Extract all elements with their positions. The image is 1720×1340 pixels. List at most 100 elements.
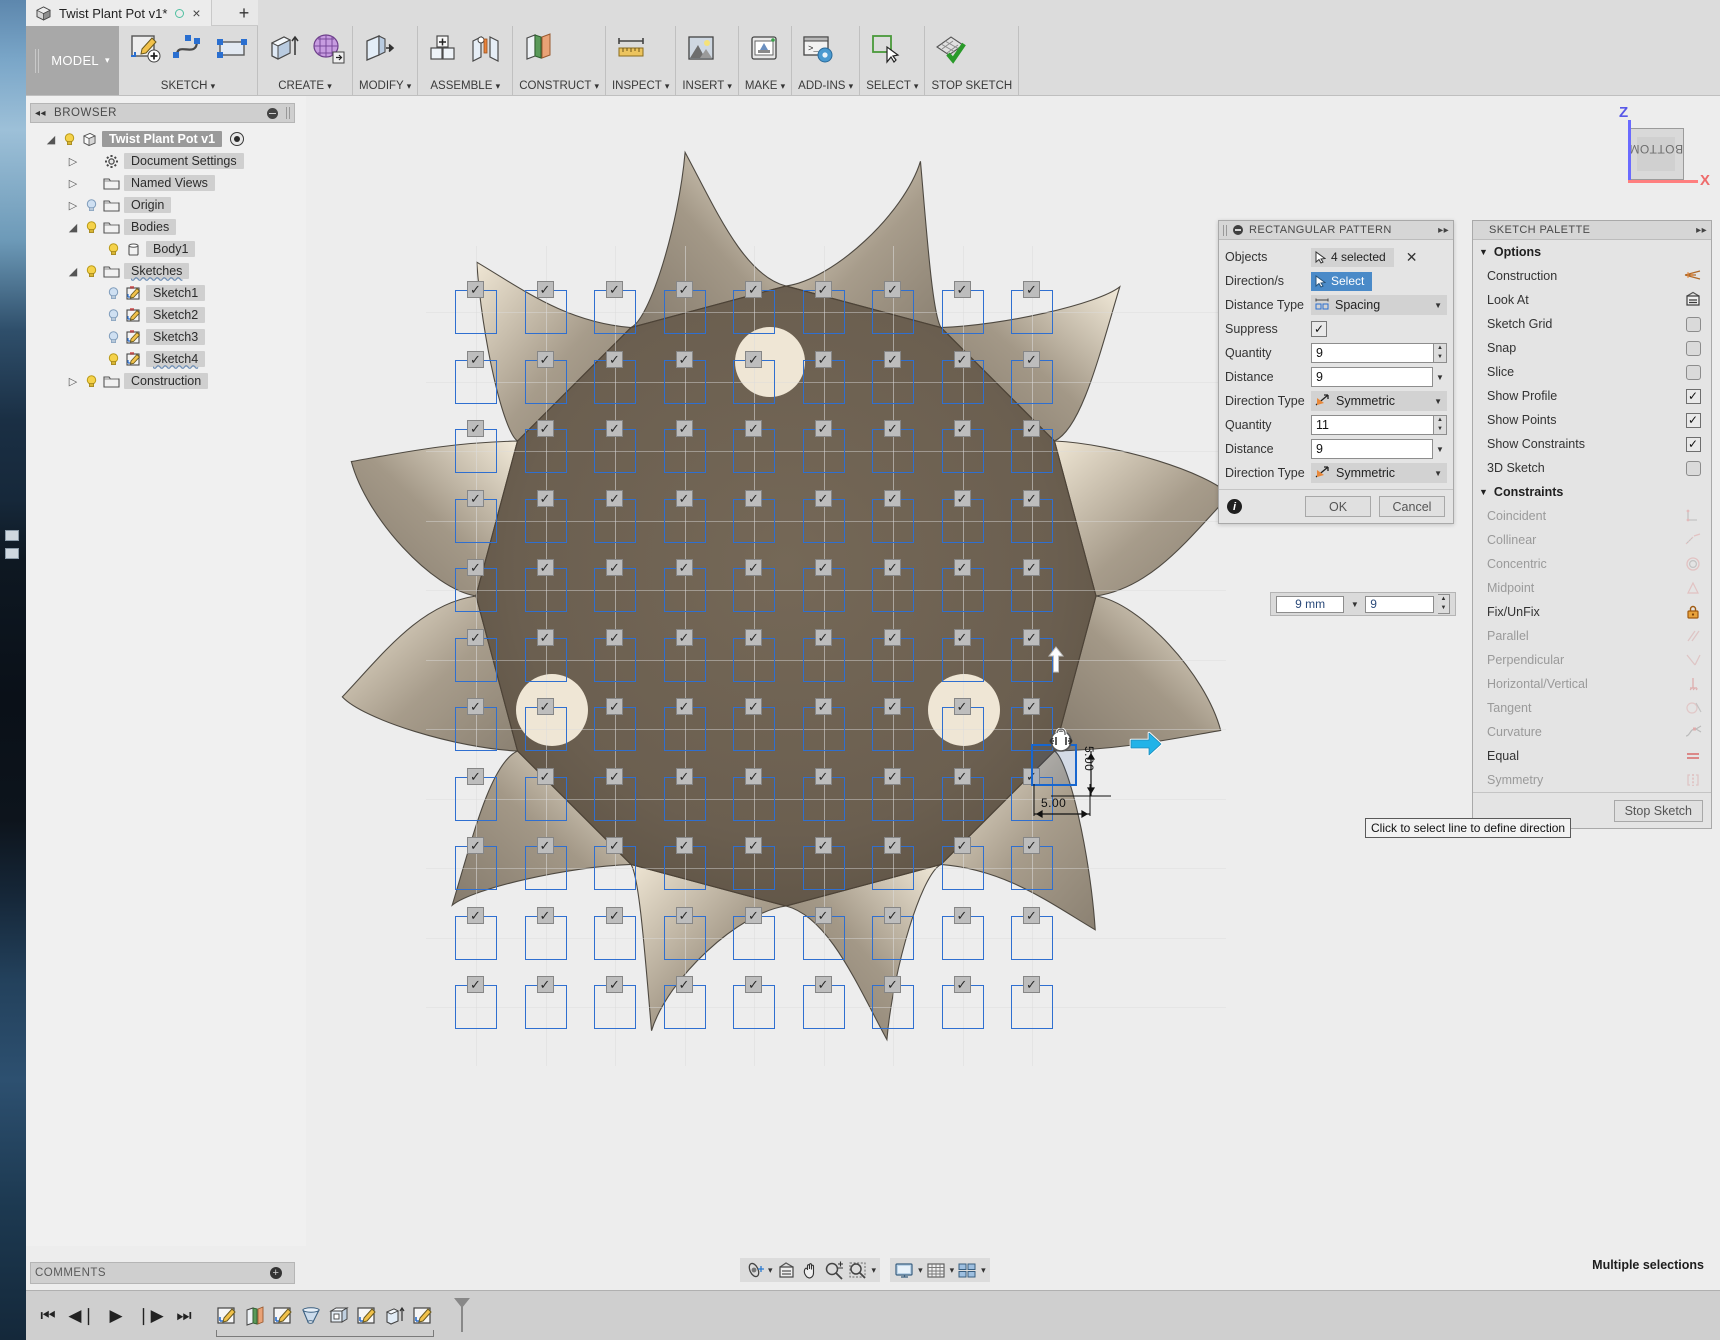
ribbon-group-label[interactable]: MAKE ▾ [745,80,785,94]
pattern-instance-suppress-checkbox[interactable]: ✓ [606,420,623,437]
visibility-bulb-icon[interactable] [84,264,99,279]
pattern-instance-suppress-checkbox[interactable]: ✓ [745,420,762,437]
pattern-instance-suppress-checkbox[interactable]: ✓ [536,976,554,993]
browser-node-named-views[interactable]: ▷ Named Views [26,172,306,194]
expand-arrow-icon[interactable]: ◢ [66,265,80,278]
press-pull-icon[interactable] [359,29,397,67]
visibility-bulb-icon[interactable] [106,330,121,345]
pattern-instance-suppress-checkbox[interactable]: ✓ [1023,559,1040,576]
quantity-2-stepper[interactable]: ▲ ▼ [1434,415,1447,435]
pattern-instance-suppress-checkbox[interactable]: ✓ [814,489,832,507]
comments-panel[interactable]: COMMENTS + [30,1262,295,1284]
ok-button[interactable]: OK [1305,496,1371,517]
pattern-instance-suppress-checkbox[interactable]: ✓ [953,350,971,368]
pattern-instance-suppress-checkbox[interactable]: ✓ [467,628,484,646]
pattern-instance-suppress-checkbox[interactable]: ✓ [1023,350,1040,368]
pattern-instance-suppress-checkbox[interactable]: ✓ [467,837,484,854]
pattern-instance-suppress-checkbox[interactable]: ✓ [467,559,484,576]
pattern-instance-suppress-checkbox[interactable]: ✓ [675,976,693,993]
pattern-instance-suppress-checkbox[interactable]: ✓ [953,906,971,924]
pattern-instance-suppress-checkbox[interactable]: ✓ [745,976,762,993]
chevron-down-icon[interactable]: ▾ [768,1265,773,1276]
spline-icon[interactable] [169,29,207,67]
objects-select-button[interactable]: 4 selected [1311,247,1394,267]
pattern-instance-suppress-checkbox[interactable]: ✓ [814,767,832,785]
chevron-down-icon[interactable]: ▾ [981,1265,986,1276]
zoom-icon[interactable] [824,1261,845,1280]
palette-option-slice[interactable]: Slice [1473,360,1711,384]
workspace-selector[interactable]: MODEL ▾ [26,26,119,95]
palette-option-look-at[interactable]: Look At [1473,288,1711,312]
expand-arrow-icon[interactable]: ▷ [66,177,80,190]
inline-distance-dropdown-icon[interactable]: ▼ [1348,594,1361,614]
stop-sketch-icon[interactable] [931,29,969,67]
distance-1-dropdown-icon[interactable]: ▼ [1433,367,1447,387]
pattern-instance-suppress-checkbox[interactable]: ✓ [745,350,762,368]
pattern-instance-suppress-checkbox[interactable]: ✓ [953,281,971,298]
palette-option-construction[interactable]: Construction [1473,264,1711,288]
pattern-instance-suppress-checkbox[interactable]: ✓ [467,767,484,785]
inline-quantity-input[interactable]: 9 [1365,595,1434,613]
view-cube[interactable]: BOTTOM Z X [1600,102,1710,212]
ribbon-group-label[interactable]: ADD-INS ▾ [798,80,853,94]
pattern-instance-suppress-checkbox[interactable]: ✓ [884,281,901,298]
sketch-feature-icon[interactable] [216,1306,238,1326]
pattern-instance-suppress-checkbox[interactable]: ✓ [536,628,554,646]
pattern-instance-suppress-checkbox[interactable]: ✓ [814,350,832,368]
palette-constraint-equal[interactable]: Equal [1473,744,1711,768]
insert-image-icon[interactable] [682,29,720,67]
extrude-feature-icon[interactable] [384,1306,406,1326]
pattern-instance-suppress-checkbox[interactable]: ✓ [675,628,693,646]
pattern-instance-suppress-checkbox[interactable]: ✓ [675,420,693,437]
pattern-instance-suppress-checkbox[interactable]: ✓ [953,976,971,993]
pattern-instance-suppress-checkbox[interactable]: ✓ [884,837,901,854]
pattern-instance-suppress-checkbox[interactable]: ✓ [884,698,901,715]
pattern-instance-suppress-checkbox[interactable]: ✓ [953,628,971,646]
toggle-control[interactable] [1685,364,1701,380]
3d-print-icon[interactable] [745,29,783,67]
pattern-instance-suppress-checkbox[interactable]: ✓ [745,628,762,646]
pattern-instance-suppress-checkbox[interactable]: ✓ [814,698,832,715]
pattern-instance-suppress-checkbox[interactable]: ✓ [675,767,693,785]
browser-node-sketch4[interactable]: Sketch4 [26,348,306,370]
close-tab-icon[interactable]: × [192,6,200,20]
pattern-instance-suppress-checkbox[interactable]: ✓ [1023,628,1040,646]
stop-sketch-button[interactable]: Stop Sketch [1613,799,1703,822]
pattern-instance-suppress-checkbox[interactable]: ✓ [675,489,693,507]
construction-line-icon[interactable] [1684,267,1702,286]
browser-node-origin[interactable]: ▷ Origin [26,194,306,216]
browser-node-document-settings[interactable]: ▷ Document Settings [26,150,306,172]
pattern-instance-suppress-checkbox[interactable]: ✓ [675,837,693,854]
pattern-instance-suppress-checkbox[interactable]: ✓ [606,281,623,298]
add-comment-icon[interactable]: + [270,1267,282,1279]
loft-feature-icon[interactable] [300,1306,322,1326]
browser-node-twist-plant-pot-v1[interactable]: ◢ Twist Plant Pot v1 [26,128,306,150]
browser-node-sketch2[interactable]: Sketch2 [26,304,306,326]
pattern-instance-suppress-checkbox[interactable]: ✓ [953,767,971,785]
pattern-instance-suppress-checkbox[interactable]: ✓ [536,767,554,785]
quantity-1-input[interactable]: 9 [1311,343,1434,363]
pattern-instance-suppress-checkbox[interactable]: ✓ [606,837,623,854]
pattern-instance-suppress-checkbox[interactable]: ✓ [884,559,901,576]
pattern-instance-suppress-checkbox[interactable]: ✓ [1023,281,1040,298]
checkbox-control[interactable]: ✓ [1685,388,1701,404]
chevron-down-icon[interactable]: ▾ [950,1265,955,1276]
chevron-down-icon[interactable]: ▾ [872,1265,877,1276]
visibility-bulb-icon[interactable] [106,352,121,367]
orbit-icon[interactable] [744,1261,765,1280]
palette-option-3d-sketch[interactable]: 3D Sketch [1473,456,1711,480]
palette-option-show-points[interactable]: Show Points ✓ [1473,408,1711,432]
checkbox-control[interactable]: ✓ [1685,436,1701,452]
visibility-bulb-icon[interactable] [106,286,121,301]
pattern-origin-handle-icon[interactable] [1046,727,1076,752]
pattern-instance-suppress-checkbox[interactable]: ✓ [745,698,762,715]
browser-node-bodies[interactable]: ◢ Bodies [26,216,306,238]
options-section-header[interactable]: ▼ Options [1473,240,1711,264]
pattern-instance-suppress-checkbox[interactable]: ✓ [606,767,623,785]
toggle-control[interactable] [1685,460,1701,476]
offset-plane-icon[interactable] [519,29,557,67]
pattern-instance-suppress-checkbox[interactable]: ✓ [467,489,484,507]
pattern-instance-suppress-checkbox[interactable]: ✓ [467,420,484,437]
pattern-instance-suppress-checkbox[interactable]: ✓ [675,906,693,924]
visibility-bulb-icon[interactable] [84,374,99,389]
